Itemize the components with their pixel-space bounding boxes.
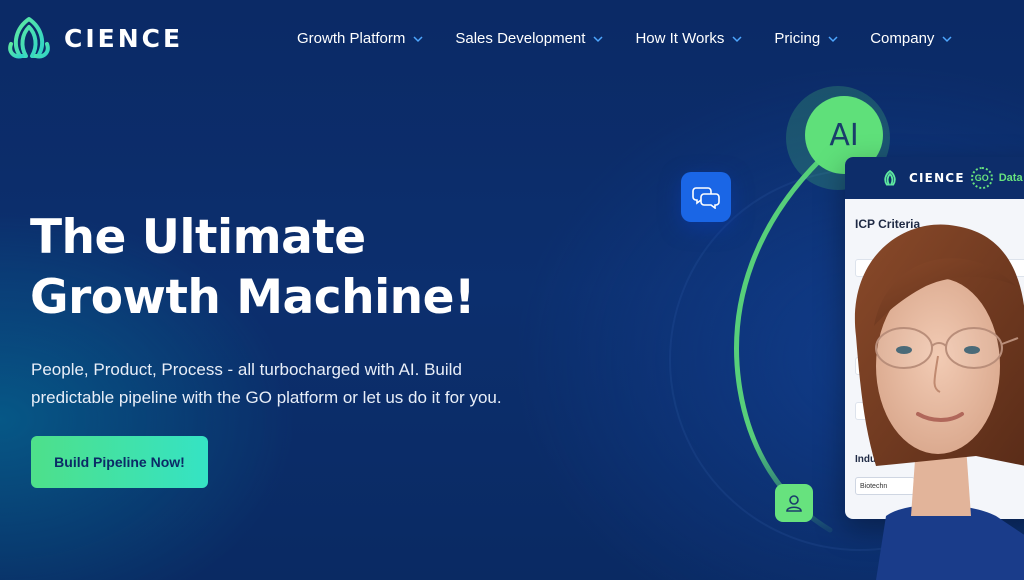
woman-portrait	[854, 224, 1024, 580]
chat-bubbles-icon	[692, 187, 720, 209]
go-badge: GO	[970, 167, 993, 189]
user-icon	[786, 495, 802, 512]
cience-leaf-icon	[884, 170, 896, 186]
card-data-label: Data	[998, 172, 1023, 184]
chat-button[interactable]	[681, 172, 731, 222]
ai-label: AI	[829, 117, 859, 153]
card-brand: CIENCE	[909, 171, 965, 185]
card-header: CIENCE GO Data	[845, 157, 1024, 199]
user-button[interactable]	[775, 484, 813, 522]
